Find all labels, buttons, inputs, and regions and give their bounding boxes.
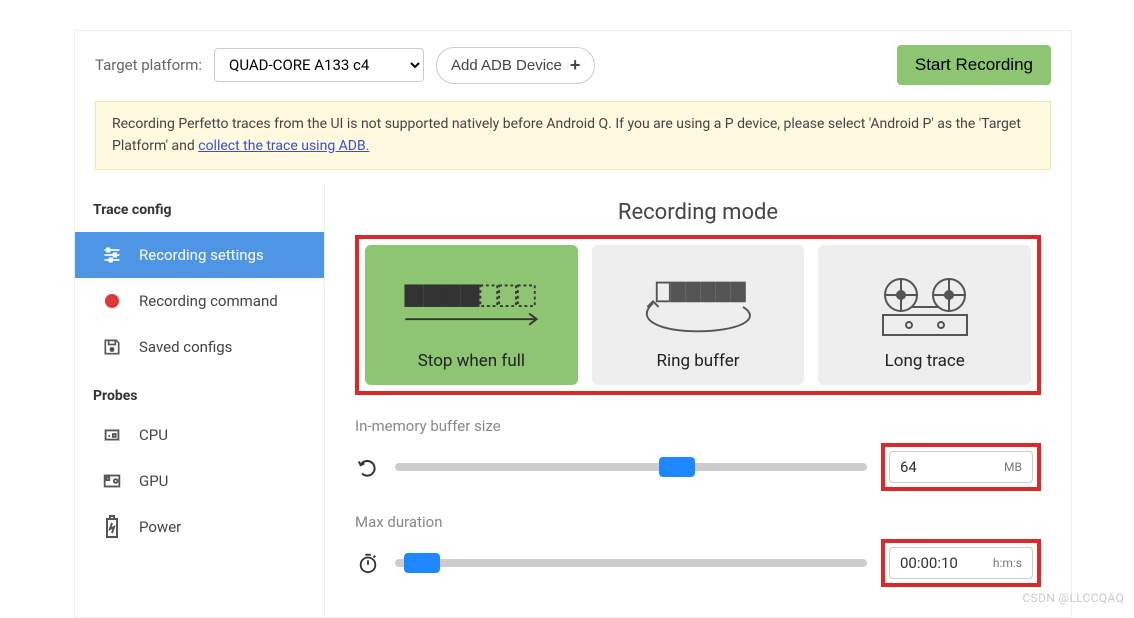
notice-link[interactable]: collect the trace using ADB. — [198, 138, 369, 154]
max-duration-slider[interactable] — [395, 559, 867, 567]
notice-banner: Recording Perfetto traces from the UI is… — [95, 101, 1051, 170]
battery-icon — [101, 516, 123, 538]
sidebar-section-probes: Probes — [75, 370, 324, 412]
sidebar-item-recording-settings[interactable]: Recording settings — [75, 232, 324, 278]
mode-label: Stop when full — [418, 351, 525, 371]
add-adb-device-button[interactable]: Add ADB Device + — [436, 47, 595, 84]
sidebar-item-saved-configs[interactable]: Saved configs — [75, 324, 324, 370]
mode-long-trace[interactable]: Long trace — [818, 245, 1031, 385]
reset-icon[interactable] — [355, 454, 381, 480]
sidebar-item-label: Saved configs — [139, 338, 232, 356]
recording-mode-title: Recording mode — [355, 200, 1041, 225]
save-icon — [101, 336, 123, 358]
main-panel: Recording mode Stop when full — [325, 184, 1071, 617]
start-recording-button[interactable]: Start Recording — [897, 45, 1051, 85]
recording-mode-options: Stop when full Ring buffer — [355, 235, 1041, 395]
sidebar-section-trace-config: Trace config — [75, 194, 324, 232]
sidebar-item-label: CPU — [139, 426, 168, 444]
stopwatch-icon — [355, 550, 381, 576]
sidebar-item-gpu[interactable]: GPU — [75, 458, 324, 504]
sidebar-item-cpu[interactable]: CPU — [75, 412, 324, 458]
buffer-size-value-box[interactable]: 64 MB — [889, 451, 1033, 483]
sidebar-item-label: Recording settings — [139, 246, 264, 264]
sidebar: Trace config Recording settings Recordin… — [75, 184, 325, 617]
target-platform-label: Target platform: — [95, 56, 202, 74]
topbar: Target platform: QUAD-CORE A133 c4 Add A… — [75, 31, 1071, 101]
add-adb-device-label: Add ADB Device — [451, 57, 562, 74]
record-icon — [101, 290, 123, 312]
buffer-size-label: In-memory buffer size — [355, 417, 1041, 435]
mode-stop-when-full[interactable]: Stop when full — [365, 245, 578, 385]
stop-full-illustration-icon — [396, 275, 546, 337]
max-duration-unit: h:m:s — [993, 556, 1022, 570]
mode-ring-buffer[interactable]: Ring buffer — [592, 245, 805, 385]
max-duration-label: Max duration — [355, 513, 1041, 531]
sidebar-item-power[interactable]: Power — [75, 504, 324, 550]
watermark: CSDN @LLCCQAQ — [1023, 591, 1124, 605]
sidebar-item-label: GPU — [139, 472, 168, 490]
ring-buffer-illustration-icon — [623, 275, 773, 337]
target-platform-select[interactable]: QUAD-CORE A133 c4 — [214, 48, 424, 82]
long-trace-illustration-icon — [850, 275, 1000, 337]
sidebar-item-label: Power — [139, 518, 181, 536]
buffer-size-slider[interactable] — [395, 463, 867, 471]
cpu-icon — [101, 424, 123, 446]
sidebar-item-recording-command[interactable]: Recording command — [75, 278, 324, 324]
mode-label: Long trace — [885, 351, 965, 371]
gpu-icon — [101, 470, 123, 492]
buffer-size-block: In-memory buffer size 64 MB — [355, 417, 1041, 491]
buffer-size-unit: MB — [1004, 460, 1022, 474]
mode-label: Ring buffer — [656, 351, 739, 371]
sidebar-item-label: Recording command — [139, 292, 278, 310]
tune-icon — [101, 244, 123, 266]
max-duration-block: Max duration 00:00:10 h:m:s — [355, 513, 1041, 587]
max-duration-value: 00:00:10 — [900, 554, 958, 572]
buffer-size-value: 64 — [900, 458, 917, 476]
plus-icon: + — [570, 55, 581, 76]
max-duration-value-box[interactable]: 00:00:10 h:m:s — [889, 547, 1033, 579]
